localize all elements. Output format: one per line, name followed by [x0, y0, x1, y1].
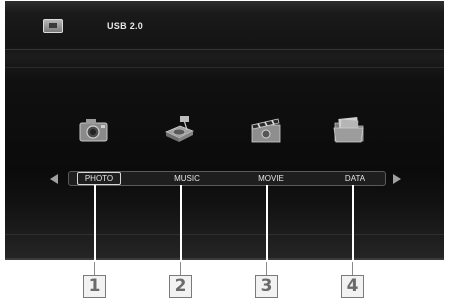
callout-line-4 [352, 185, 354, 260]
callout-3: 3 [255, 275, 278, 298]
clapperboard-icon[interactable] [249, 114, 283, 144]
media-type-menu: PHOTO MUSIC MOVIE DATA [68, 171, 386, 186]
callout-line-3 [266, 185, 268, 260]
menu-item-music[interactable]: MUSIC [165, 172, 209, 185]
divider [5, 49, 444, 50]
menu-item-photo[interactable]: PHOTO [77, 172, 121, 185]
callout-line-2 [180, 185, 182, 260]
arrow-right-icon[interactable] [393, 174, 401, 184]
arrow-left-icon[interactable] [50, 174, 58, 184]
usb-drive-icon [43, 19, 63, 33]
divider [5, 67, 444, 68]
callout-leader-3 [266, 262, 267, 275]
camera-icon[interactable] [77, 114, 111, 144]
callout-2: 2 [169, 275, 192, 298]
folder-icon[interactable] [332, 114, 366, 144]
callout-4: 4 [341, 275, 364, 298]
menu-item-data[interactable]: DATA [333, 172, 377, 185]
callout-leader-4 [352, 262, 353, 275]
callout-leader-1 [94, 262, 95, 275]
callout-1: 1 [83, 275, 106, 298]
menu-item-movie[interactable]: MOVIE [249, 172, 293, 185]
status-bar: USB 2.0 [5, 1, 444, 49]
media-browser-screen: USB 2.0 PHOTO MUSIC MOVIE DATA [5, 1, 444, 260]
music-player-icon[interactable] [162, 114, 196, 144]
callout-line-1 [94, 185, 96, 260]
device-label: USB 2.0 [107, 21, 144, 31]
callout-leader-2 [180, 262, 181, 275]
divider [5, 234, 444, 235]
